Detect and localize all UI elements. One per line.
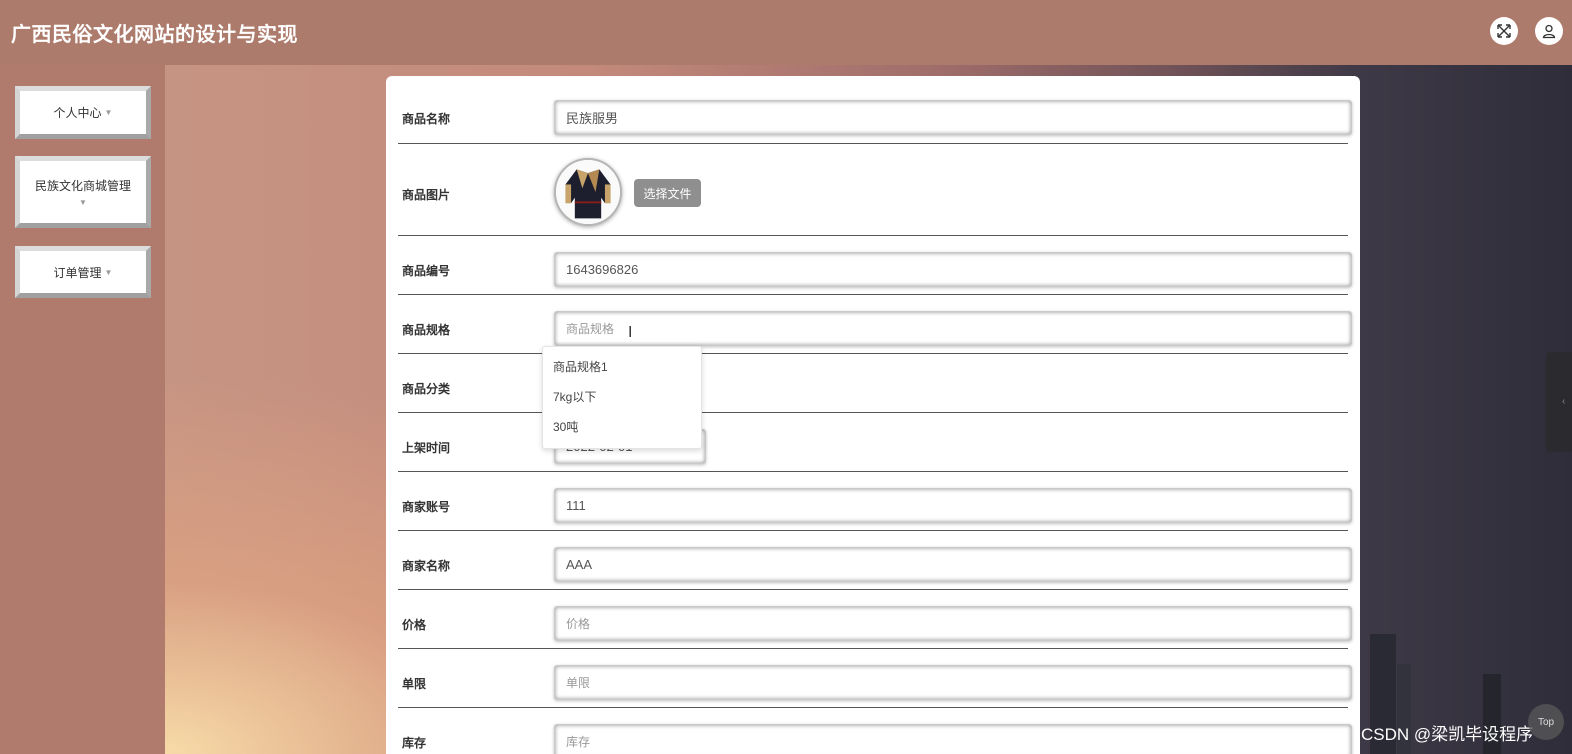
caret-down-icon: ▼ bbox=[104, 108, 113, 117]
price-input[interactable] bbox=[554, 606, 1352, 641]
form-row-product-image: 商品图片 选择文件 bbox=[398, 144, 1348, 236]
fullscreen-button[interactable] bbox=[1490, 17, 1518, 45]
text-cursor-icon: I bbox=[628, 324, 633, 341]
form-row-product-category: 商品分类 bbox=[398, 354, 1348, 413]
caret-down-icon: ▼ bbox=[79, 198, 87, 207]
purchase-limit-input[interactable] bbox=[554, 665, 1352, 700]
dropdown-option[interactable]: 30吨 bbox=[543, 415, 701, 445]
chevron-left-icon: ‹ bbox=[1562, 396, 1566, 407]
garment-image bbox=[556, 160, 620, 224]
field-label: 库存 bbox=[402, 736, 427, 750]
stock-input[interactable] bbox=[554, 724, 1352, 754]
product-form-card: 商品名称 商品图片 选择文件 商品编号 商品规格 商品分类 上架时间 bbox=[386, 76, 1360, 754]
user-button[interactable] bbox=[1535, 17, 1563, 45]
product-name-input[interactable] bbox=[554, 100, 1352, 135]
expand-arrows-icon bbox=[1497, 24, 1511, 38]
field-label: 单限 bbox=[402, 677, 427, 691]
form-row-purchase-limit: 单限 bbox=[398, 649, 1352, 708]
app-header: 广西民俗文化网站的设计与实现 bbox=[0, 0, 1572, 65]
field-label: 商品规格 bbox=[402, 323, 451, 337]
field-label: 商品编号 bbox=[402, 264, 451, 278]
choose-file-button[interactable]: 选择文件 bbox=[634, 179, 701, 207]
merchant-account-input[interactable] bbox=[554, 488, 1352, 523]
dropdown-option[interactable]: 商品规格1 bbox=[543, 355, 701, 385]
form-row-product-code: 商品编号 bbox=[398, 236, 1352, 295]
field-label: 商家账号 bbox=[402, 500, 451, 514]
sidebar-item-orders[interactable]: 订单管理 ▼ bbox=[15, 246, 151, 298]
back-to-top-button[interactable]: Top bbox=[1528, 704, 1564, 740]
form-row-listing-date: 上架时间 bbox=[398, 413, 1348, 472]
app-title: 广西民俗文化网站的设计与实现 bbox=[11, 24, 298, 46]
caret-down-icon: ▼ bbox=[104, 267, 113, 277]
watermark: CSDN @梁凯毕设程序 bbox=[1361, 725, 1534, 744]
form-row-merchant-name: 商家名称 bbox=[398, 531, 1352, 590]
merchant-name-input[interactable] bbox=[554, 547, 1352, 582]
form-row-price: 价格 bbox=[398, 590, 1352, 649]
product-code-input[interactable] bbox=[554, 252, 1352, 287]
field-label: 商品图片 bbox=[402, 188, 451, 202]
sidebar-item-label: 个人中心 bbox=[53, 106, 102, 120]
product-image-thumbnail bbox=[554, 158, 622, 226]
sidebar-item-label: 民族文化商城管理 bbox=[34, 179, 131, 193]
field-label: 商品分类 bbox=[402, 382, 451, 396]
form-row-merchant-account: 商家账号 bbox=[398, 472, 1352, 531]
field-label: 上架时间 bbox=[402, 441, 451, 455]
field-label: 价格 bbox=[402, 618, 427, 632]
form-row-stock: 库存 bbox=[398, 708, 1352, 754]
sidebar-item-label: 订单管理 bbox=[53, 265, 102, 280]
sidebar-item-ethnic-mall[interactable]: 民族文化商城管理 ▼ bbox=[15, 156, 151, 228]
field-label: 商家名称 bbox=[402, 559, 451, 573]
form-row-product-spec: 商品规格 bbox=[398, 295, 1352, 354]
side-drawer-tab[interactable]: ‹ bbox=[1546, 352, 1572, 452]
dropdown-option[interactable]: 7kg以下 bbox=[543, 385, 701, 415]
form-row-product-name: 商品名称 bbox=[398, 76, 1352, 144]
product-spec-input[interactable] bbox=[554, 311, 1352, 346]
sidebar: 个人中心 ▼ 民族文化商城管理 ▼ 订单管理 ▼ bbox=[0, 65, 165, 754]
user-icon bbox=[1542, 24, 1556, 39]
sidebar-item-personal-center[interactable]: 个人中心 ▼ bbox=[15, 86, 151, 139]
field-label: 商品名称 bbox=[402, 112, 451, 126]
spec-dropdown-menu: 商品规格1 7kg以下 30吨 bbox=[542, 346, 702, 449]
